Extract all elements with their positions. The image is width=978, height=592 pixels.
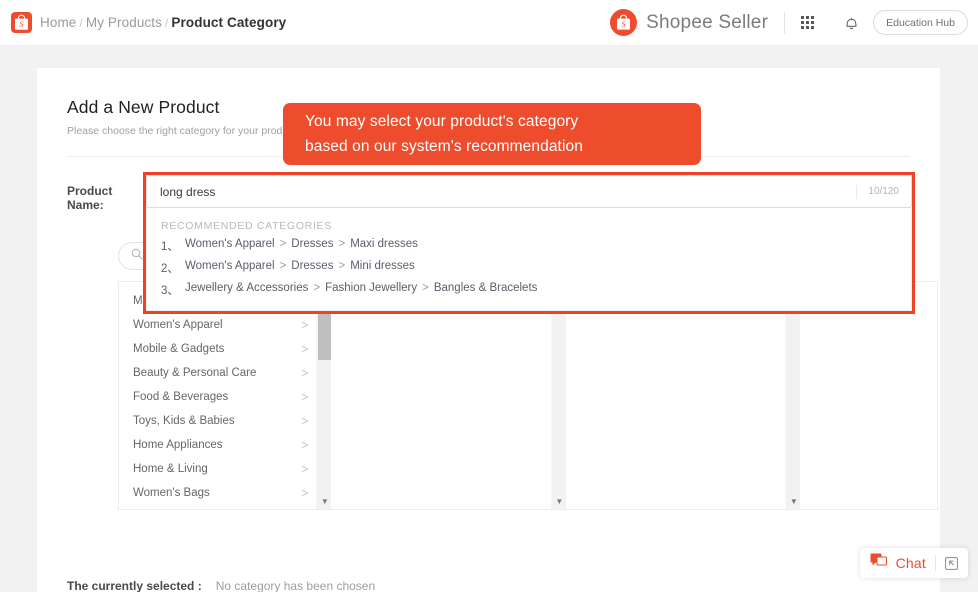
bell-icon[interactable] bbox=[829, 0, 873, 46]
chevron-right-icon: > bbox=[301, 390, 309, 404]
recommended-category-path: Women's Apparel > Dresses > Maxi dresses bbox=[185, 238, 418, 254]
brand-lockup: S Shopee Seller bbox=[610, 9, 784, 36]
category-item-label: Toys, Kids & Babies bbox=[133, 415, 235, 427]
recommended-categories-heading: RECOMMENDED CATEGORIES bbox=[161, 220, 332, 232]
path-segment: Dresses bbox=[291, 260, 334, 272]
selected-category-label: The currently selected : bbox=[67, 579, 202, 592]
path-segment: Bangles & Bracelets bbox=[433, 282, 538, 294]
chevron-right-icon: > bbox=[301, 486, 309, 500]
category-item-label: Beauty & Personal Care bbox=[133, 367, 257, 379]
scroll-down-arrow-2[interactable]: ▼ bbox=[552, 498, 567, 506]
category-item[interactable]: Mobile & Gadgets > bbox=[119, 337, 316, 361]
category-item[interactable]: Toys, Kids & Babies > bbox=[119, 409, 316, 433]
recommended-category-item[interactable]: 2、 Women's Apparel > Dresses > Mini dresses bbox=[147, 254, 911, 276]
callout-line-2: based on our system's recommendation bbox=[305, 138, 583, 155]
divider bbox=[935, 555, 936, 571]
chevron-right-icon: > bbox=[301, 318, 309, 332]
category-item-label: Home Appliances bbox=[133, 439, 223, 451]
highlighted-product-name-value: long dress bbox=[160, 184, 216, 199]
chevron-right-icon: > bbox=[301, 462, 309, 476]
recommended-category-path: Women's Apparel > Dresses > Mini dresses bbox=[185, 260, 415, 276]
breadcrumb-home[interactable]: Home bbox=[40, 15, 76, 30]
path-segment: Mini dresses bbox=[350, 260, 415, 272]
category-item-label: Home & Living bbox=[133, 463, 208, 475]
category-picker: Men's Wear>Women's Apparel>Mobile & Gadg… bbox=[118, 281, 938, 510]
category-column-3 bbox=[565, 282, 786, 509]
category-item[interactable]: Women's Bags > bbox=[119, 481, 316, 505]
breadcrumb: S Home / My Products / Product Category bbox=[0, 12, 286, 33]
chat-widget[interactable]: Chat bbox=[859, 548, 968, 578]
recommended-category-path: Jewellery & Accessories > Fashion Jeweller… bbox=[185, 282, 537, 298]
recommended-category-index: 2、 bbox=[161, 263, 179, 275]
path-segment: Fashion Jewellery bbox=[325, 282, 418, 294]
path-segment: Dresses bbox=[291, 238, 334, 250]
path-separator-icon: > bbox=[279, 260, 287, 272]
path-segment: Women's Apparel bbox=[185, 260, 275, 272]
scrollbar-2[interactable]: ▼ bbox=[550, 282, 567, 509]
app-root: S Home / My Products / Product Category S Sh… bbox=[0, 0, 978, 592]
category-column-2 bbox=[331, 282, 551, 509]
callout-line-1: You may select your product's category bbox=[305, 113, 579, 130]
chat-label: Chat bbox=[895, 555, 926, 571]
breadcrumb-separator-1: / bbox=[79, 16, 83, 30]
callout-tooltip: You may select your product's category b… bbox=[283, 103, 701, 165]
selected-category-value: No category has been chosen bbox=[215, 579, 376, 592]
path-separator-icon: > bbox=[279, 238, 287, 250]
expand-icon[interactable] bbox=[945, 556, 958, 570]
category-item[interactable]: Beauty & Personal Care > bbox=[119, 361, 316, 385]
top-bar-right: S Shopee Seller Education Hub bbox=[610, 0, 978, 46]
category-item-label: Food & Beverages bbox=[133, 391, 229, 403]
path-separator-icon: > bbox=[313, 282, 321, 294]
path-segment: Women's Apparel bbox=[185, 238, 275, 250]
scroll-down-arrow-1[interactable]: ▼ bbox=[317, 498, 332, 506]
chevron-right-icon: > bbox=[301, 366, 309, 380]
category-item-label: Women's Bags bbox=[133, 487, 210, 499]
education-hub-button[interactable]: Education Hub bbox=[873, 10, 968, 35]
category-item-label: Mobile & Gadgets bbox=[133, 343, 225, 355]
recommended-category-index: 3、 bbox=[161, 285, 179, 297]
brand-name: Shopee Seller bbox=[646, 11, 769, 33]
product-name-label: Product Name: bbox=[67, 183, 113, 212]
category-item-label: Women's Apparel bbox=[133, 319, 223, 331]
recommended-category-item[interactable]: 3、 Jewellery & Accessories > Fashion Jewell… bbox=[147, 276, 911, 298]
category-column-1: Men's Wear>Women's Apparel>Mobile & Gadg… bbox=[119, 282, 317, 509]
category-column-4 bbox=[800, 282, 937, 509]
recommended-category-item[interactable]: 1、 Women's Apparel > Dresses > Maxi dresses bbox=[147, 232, 911, 254]
breadcrumb-separator-2: / bbox=[164, 16, 169, 30]
scroll-down-arrow-3[interactable]: ▼ bbox=[786, 498, 801, 506]
path-separator-icon: > bbox=[422, 282, 429, 294]
recommended-category-index: 1、 bbox=[161, 241, 179, 253]
category-list-1: Men's Wear>Women's Apparel>Mobile & Gadg… bbox=[119, 282, 316, 509]
breadcrumb-text: Home / My Products / Product Category bbox=[40, 15, 286, 30]
highlighted-product-name-field[interactable]: long dress 10/120 bbox=[146, 175, 912, 208]
shopee-circle-logo-icon: S bbox=[610, 9, 638, 36]
path-segment: Maxi dresses bbox=[350, 238, 418, 250]
category-item[interactable]: Women's Apparel > bbox=[119, 313, 316, 337]
category-item[interactable]: Food & Beverages > bbox=[119, 385, 316, 409]
selected-category-row: The currently selected : No category has… bbox=[67, 579, 375, 592]
top-bar: S Home / My Products / Product Category S Sh… bbox=[0, 0, 978, 46]
category-item[interactable]: Home Appliances > bbox=[119, 433, 316, 457]
path-segment: Jewellery & Accessories bbox=[185, 282, 309, 294]
chevron-right-icon: > bbox=[301, 438, 309, 452]
scrollbar-3[interactable]: ▼ bbox=[785, 282, 801, 509]
highlighted-product-name-counter: 10/120 bbox=[856, 184, 911, 199]
category-item[interactable]: Home & Living > bbox=[119, 457, 316, 481]
apps-grid-icon[interactable] bbox=[785, 0, 829, 46]
chat-bubble-icon bbox=[870, 553, 887, 573]
breadcrumb-my-products[interactable]: My Products bbox=[86, 15, 162, 30]
search-icon bbox=[131, 247, 143, 265]
chevron-right-icon: > bbox=[301, 414, 309, 428]
path-separator-icon: > bbox=[338, 238, 346, 250]
breadcrumb-current: Product Category bbox=[171, 15, 287, 30]
category-item[interactable]: Computers & Peripherals> bbox=[119, 505, 316, 509]
scrollbar-1[interactable]: ▼ bbox=[316, 282, 332, 509]
path-separator-icon: > bbox=[338, 260, 346, 272]
recommended-categories-list: 1、 Women's Apparel > Dresses > Maxi dresses 2、… bbox=[147, 232, 911, 298]
shopee-bag-icon: S bbox=[11, 12, 32, 33]
chevron-right-icon: > bbox=[301, 342, 309, 356]
recommended-categories-panel: RECOMMENDED CATEGORIES 1、 Women's Apparel… bbox=[146, 208, 912, 311]
